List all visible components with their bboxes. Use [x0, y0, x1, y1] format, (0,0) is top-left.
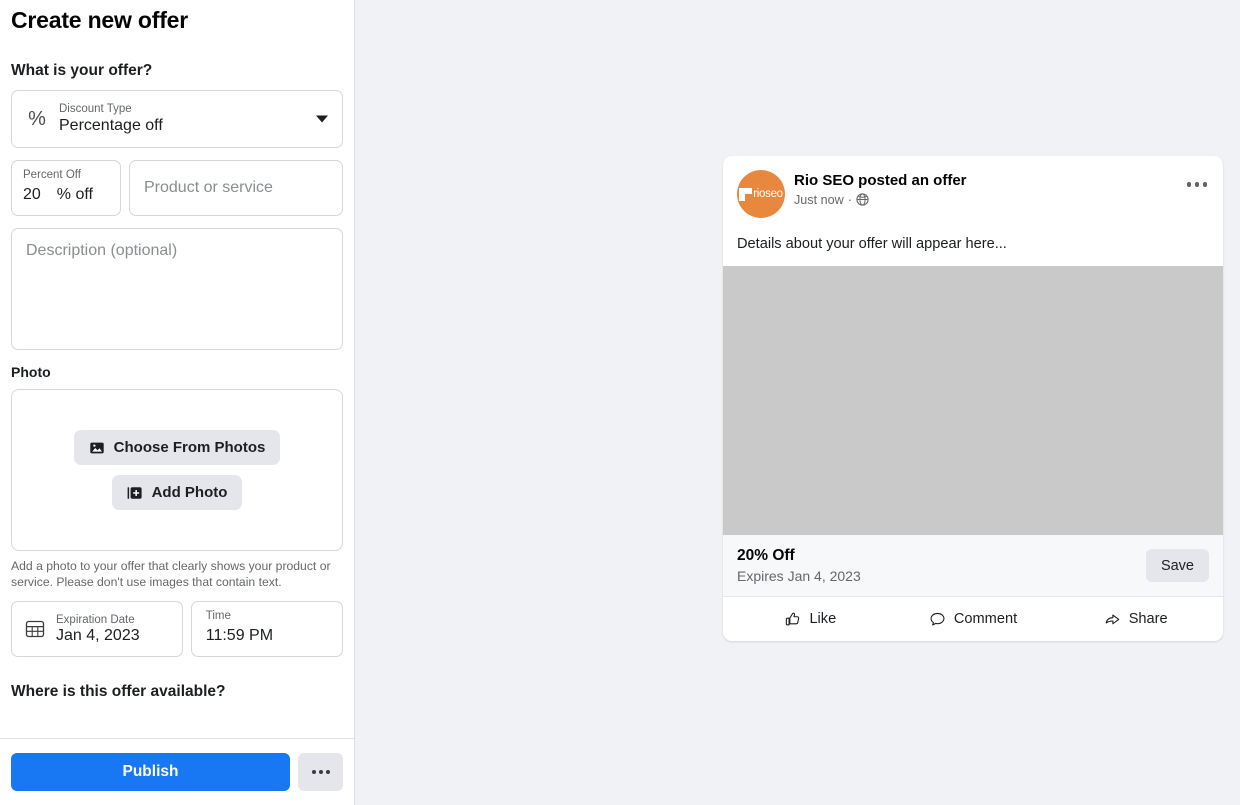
description-placeholder: Description (optional): [26, 242, 177, 259]
chevron-down-icon[interactable]: [316, 116, 328, 123]
calendar-icon: [24, 618, 46, 640]
expiration-row: Expiration Date Jan 4, 2023 Time 11:59 P…: [11, 601, 343, 657]
share-button[interactable]: Share: [1054, 602, 1217, 636]
expiration-date-label: Expiration Date: [56, 614, 140, 627]
like-label: Like: [809, 611, 836, 627]
discount-type-value: Percentage off: [59, 116, 163, 135]
product-or-service-input[interactable]: Product or service: [129, 160, 343, 216]
post-actions-bar: Like Comment Share: [723, 597, 1223, 641]
choose-from-photos-label: Choose From Photos: [114, 439, 266, 456]
percent-off-inner: 20 % off: [23, 185, 109, 204]
rioseo-logo-icon: rioseo: [739, 188, 783, 201]
page-title: Create new offer: [11, 7, 343, 34]
time-label: Time: [206, 610, 328, 623]
create-offer-form-panel: Create new offer What is your offer? % D…: [0, 0, 355, 805]
add-photo-icon: [127, 485, 143, 501]
photo-icon: [89, 440, 105, 456]
offer-amount-row: Percent Off 20 % off Product or service: [11, 160, 343, 216]
expiration-date-value: Jan 4, 2023: [56, 626, 140, 645]
description-textarea[interactable]: Description (optional): [11, 228, 343, 350]
offer-title: 20% Off: [737, 547, 861, 565]
offer-summary-text: 20% Off Expires Jan 4, 2023: [737, 547, 861, 584]
ellipsis-icon: [312, 770, 330, 774]
post-title: Rio SEO posted an offer: [794, 172, 967, 191]
post-header: rioseo Rio SEO posted an offer Just now …: [723, 156, 1223, 218]
offer-expiry: Expires Jan 4, 2023: [737, 568, 861, 584]
meta-separator: ·: [848, 193, 852, 207]
form-footer: Publish: [0, 738, 354, 805]
thumbs-up-icon: [784, 611, 801, 628]
choose-from-photos-button[interactable]: Choose From Photos: [74, 430, 281, 465]
offer-details-text: Details about your offer will appear her…: [723, 218, 1223, 266]
save-offer-button[interactable]: Save: [1146, 549, 1209, 582]
offer-summary-bar: 20% Off Expires Jan 4, 2023 Save: [723, 535, 1223, 597]
avatar-brand-text: rioseo: [753, 188, 783, 200]
offer-section-heading: What is your offer?: [11, 62, 343, 80]
globe-icon: [856, 193, 869, 206]
percent-off-label: Percent Off: [23, 169, 109, 182]
expiration-date-field[interactable]: Expiration Date Jan 4, 2023: [11, 601, 183, 657]
photo-placeholder: [723, 266, 1223, 535]
app-root: Create new offer What is your offer? % D…: [0, 0, 1240, 805]
offer-preview-card: rioseo Rio SEO posted an offer Just now …: [723, 156, 1223, 641]
expiration-time-field[interactable]: Time 11:59 PM: [191, 601, 343, 657]
post-menu-button[interactable]: [1187, 182, 1208, 187]
share-label: Share: [1129, 611, 1168, 627]
publish-button[interactable]: Publish: [11, 753, 290, 791]
add-photo-label: Add Photo: [152, 484, 228, 501]
comment-icon: [929, 611, 946, 628]
photo-section-label: Photo: [11, 364, 343, 380]
photo-help-text: Add a photo to your offer that clearly s…: [11, 558, 343, 590]
discount-type-select[interactable]: % Discount Type Percentage off: [11, 90, 343, 148]
expiration-date-text: Expiration Date Jan 4, 2023: [56, 614, 140, 646]
add-photo-button[interactable]: Add Photo: [112, 475, 243, 510]
percent-icon: %: [24, 106, 50, 132]
discount-type-text-wrap: Discount Type Percentage off: [59, 103, 163, 135]
post-header-text: Rio SEO posted an offer Just now ·: [794, 170, 967, 207]
post-meta: Just now ·: [794, 193, 967, 207]
discount-type-label: Discount Type: [59, 103, 163, 116]
share-icon: [1104, 611, 1121, 628]
photo-dropzone[interactable]: Choose From Photos Add Photo: [11, 389, 343, 551]
comment-label: Comment: [954, 611, 1017, 627]
post-timestamp: Just now: [794, 193, 844, 207]
like-button[interactable]: Like: [729, 602, 892, 636]
product-or-service-placeholder: Product or service: [144, 179, 273, 197]
availability-heading: Where is this offer available?: [11, 683, 343, 701]
percent-off-input[interactable]: 20: [23, 185, 41, 204]
percent-off-field[interactable]: Percent Off 20 % off: [11, 160, 121, 216]
form-scroll-area: Create new offer What is your offer? % D…: [0, 0, 354, 738]
more-options-button[interactable]: [298, 753, 343, 791]
comment-button[interactable]: Comment: [892, 602, 1055, 636]
time-value: 11:59 PM: [206, 626, 328, 645]
percent-off-suffix: % off: [57, 185, 93, 204]
avatar[interactable]: rioseo: [737, 170, 785, 218]
